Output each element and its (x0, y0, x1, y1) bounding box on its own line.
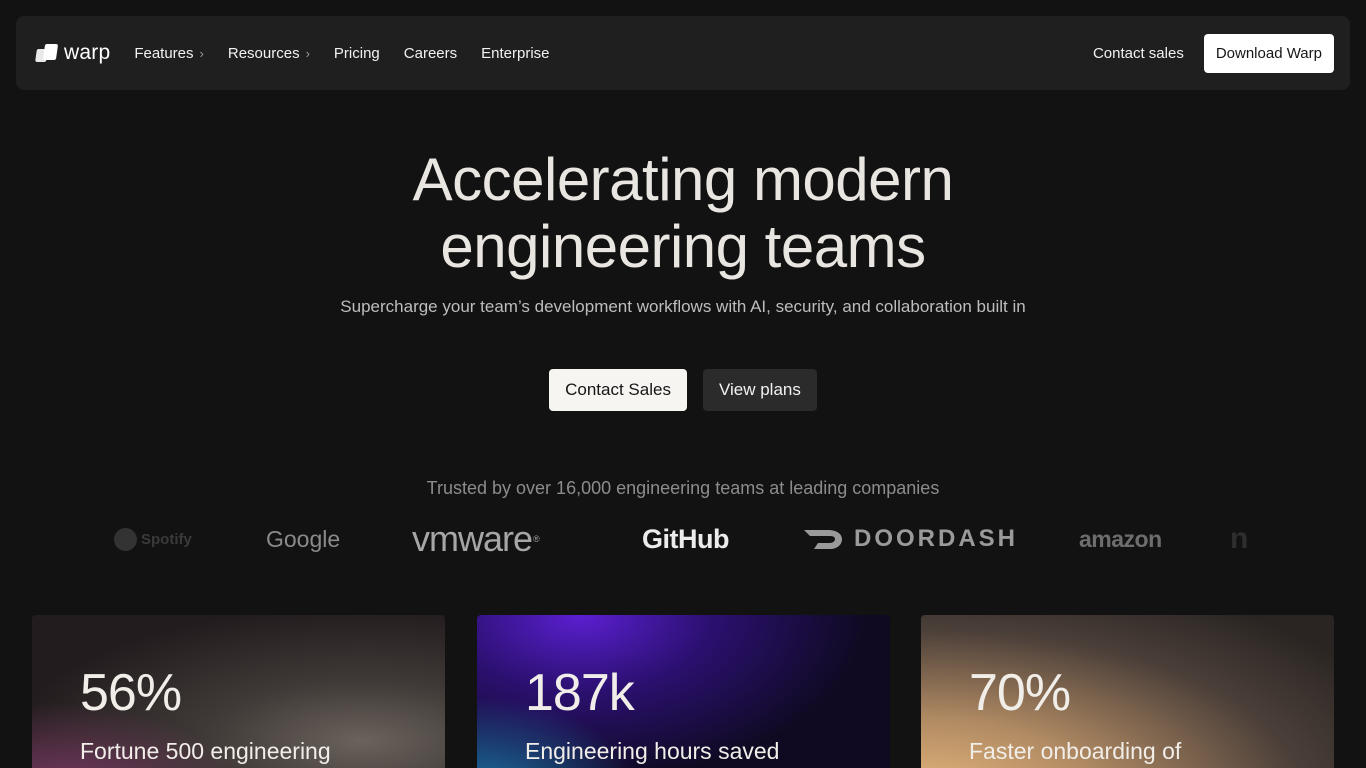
hero-title-line-2: engineering teams (440, 213, 926, 280)
nav-actions: Contact sales Download Warp (1093, 33, 1334, 73)
stat-card: 187k Engineering hours saved (477, 615, 890, 768)
amazon-logo: amazon (1079, 525, 1162, 552)
doordash-logo-text: DOORDASH (854, 525, 1019, 552)
warp-logo-icon (35, 44, 59, 62)
stat-card: 70% Faster onboarding of (921, 615, 1334, 768)
stat-card: 56% Fortune 500 engineering (32, 615, 445, 768)
github-logo: GitHub (642, 523, 729, 554)
hero-title-line-1: Accelerating modern (412, 146, 954, 213)
chevron-right-icon: › (199, 45, 204, 61)
company-logos: Spotify Google vmware ® GitHub DOORDASH a… (0, 516, 1366, 562)
vmware-logo-text: vmware (412, 518, 533, 559)
spotify-logo: Spotify (114, 516, 192, 562)
nav-item-label: Careers (403, 44, 458, 62)
nav-item-label: Features (134, 44, 194, 62)
nav-item-features[interactable]: Features › (134, 45, 204, 62)
chevron-right-icon: › (305, 45, 310, 61)
stat-label: Engineering hours saved (525, 738, 780, 764)
trusted-by-text: Trusted by over 16,000 engineering teams… (426, 478, 940, 498)
partial-logo: n (1230, 522, 1249, 555)
nav-item-label: Pricing (333, 44, 380, 62)
nav-item-pricing[interactable]: Pricing (334, 45, 380, 62)
nav-links: Features › Resources › Pricing Careers E… (134, 45, 549, 62)
google-logo: Google (266, 525, 341, 552)
stat-value: 70% (969, 664, 1071, 722)
doordash-icon (802, 526, 844, 552)
nav-item-careers[interactable]: Careers (404, 45, 457, 62)
logo-text: warp (64, 41, 111, 64)
hero-cta-row: Contact Sales View plans (0, 369, 1366, 411)
spotify-icon (114, 527, 137, 551)
doordash-logo: DOORDASH (802, 516, 1018, 562)
registered-mark-icon: ® (533, 534, 540, 544)
stat-label: Faster onboarding of (969, 738, 1182, 764)
contact-sales-button[interactable]: Contact Sales (549, 369, 687, 411)
stat-value: 187k (525, 664, 635, 722)
stat-label: Fortune 500 engineering (80, 738, 331, 764)
vmware-logo: vmware ® (412, 516, 540, 562)
view-plans-button[interactable]: View plans (702, 369, 817, 411)
stat-value: 56% (80, 664, 182, 722)
nav-item-resources[interactable]: Resources › (228, 45, 310, 62)
spotify-logo-text: Spotify (141, 530, 192, 548)
nav-item-enterprise[interactable]: Enterprise (481, 45, 549, 62)
contact-sales-link[interactable]: Contact sales (1093, 45, 1184, 62)
top-nav: warp Features › Resources › Pricing Care… (16, 16, 1350, 90)
nav-item-label: Enterprise (481, 44, 550, 62)
hero-title: Accelerating modern engineering teams (0, 146, 1366, 280)
warp-logo[interactable]: warp (35, 41, 111, 65)
nav-item-label: Resources (227, 44, 300, 62)
download-warp-button[interactable]: Download Warp (1203, 33, 1334, 73)
hero-subtitle: Supercharge your team’s development work… (340, 297, 1026, 316)
